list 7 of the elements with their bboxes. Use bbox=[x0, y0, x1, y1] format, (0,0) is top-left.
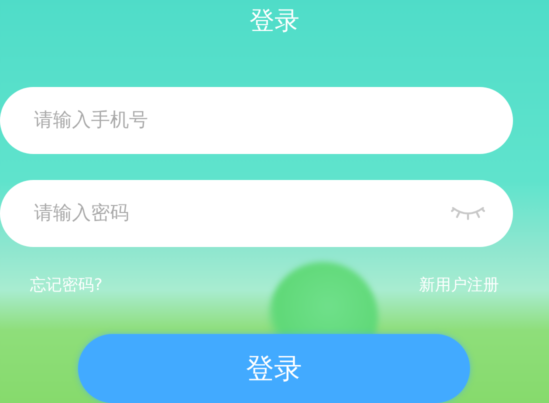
page-title: 登录 bbox=[248, 5, 300, 37]
closed-eye-icon[interactable] bbox=[451, 204, 485, 221]
login-button[interactable]: 登录 bbox=[78, 334, 470, 403]
forgot-password-link[interactable]: 忘记密码? bbox=[30, 274, 102, 296]
register-link[interactable]: 新用户注册 bbox=[419, 274, 499, 296]
phone-input-field[interactable]: 请输入手机号 bbox=[0, 86, 513, 154]
password-input-field[interactable]: 请输入密码 bbox=[0, 180, 513, 247]
